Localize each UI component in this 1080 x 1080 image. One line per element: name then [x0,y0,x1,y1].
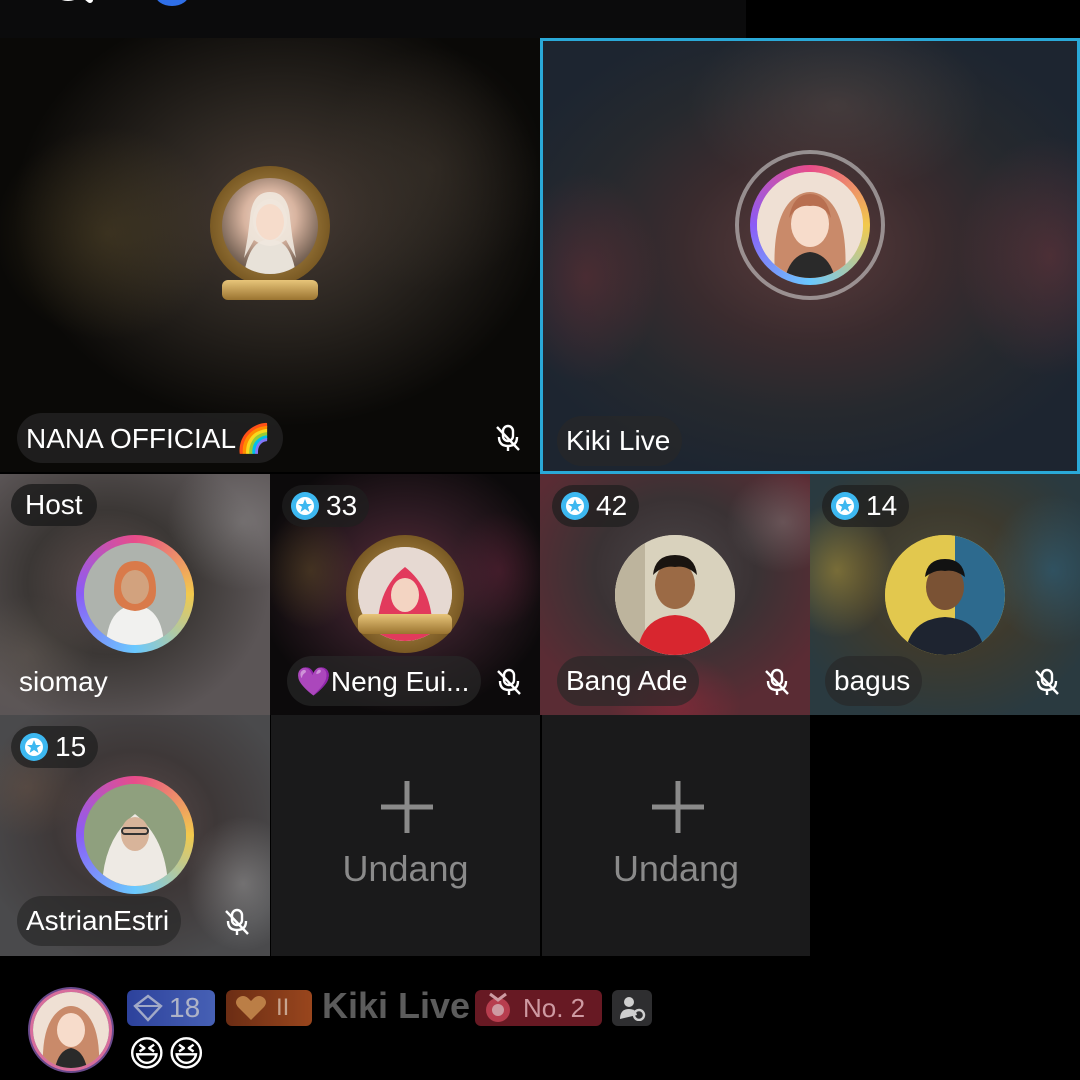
top-bar [0,0,746,38]
profile-badge[interactable] [612,990,652,1026]
star-badge-icon [291,492,319,520]
participant-name: Kiki Live [557,416,683,466]
gold-frame-banner [222,280,318,300]
plus-icon [652,781,704,833]
star-badge-icon [561,492,589,520]
fan-club-badge: II [226,990,312,1026]
invite-slot[interactable]: Undang [271,715,540,956]
guest-tile-bagus[interactable]: 14 bagus [810,474,1080,715]
mic-off-icon [765,668,789,695]
chat-username[interactable]: Kiki Live [322,985,470,1027]
avatar[interactable] [615,535,735,655]
avatar[interactable] [885,535,1005,655]
mic-off-icon [1035,668,1059,695]
participant-name: siomay [19,666,108,697]
invite-slot[interactable]: Undang [542,715,810,956]
profile-icon [620,997,646,1021]
user-level-badge: 18 [127,990,215,1026]
avatar[interactable] [84,543,186,645]
avatar[interactable] [222,178,318,274]
gold-frame-banner [358,614,452,634]
participant-name: 💜Neng Eui... [287,656,482,706]
mic-off-icon [225,908,249,935]
star-badge-icon [20,733,48,761]
chat-message-text: 😆😆 [128,1033,208,1074]
heart-icon [236,996,266,1020]
mic-off-icon [496,424,520,451]
plus-icon [381,781,433,833]
avatar[interactable] [84,784,186,886]
participant-name: AstrianEstri [17,896,182,946]
avatar[interactable] [757,172,863,278]
fan-level-badge: 15 [11,726,99,768]
mic-off-icon [497,668,521,695]
guest-tile-astrianestri[interactable]: 15 AstrianEstri [0,715,270,956]
fan-level-badge: 42 [552,485,640,527]
diamond-icon [133,994,163,1022]
participant-name: Bang Ade [557,656,700,706]
invite-label: Undang [342,848,469,889]
chat-avatar[interactable] [33,992,109,1068]
invite-label: Undang [612,848,740,889]
participant-name: NANA OFFICIAL🌈 [17,413,283,463]
star-badge-icon [831,492,859,520]
pause-icon[interactable] [648,0,704,8]
rank-badge: No. 2 [475,990,602,1026]
fan-level-badge: 14 [822,485,910,527]
guest-tile-neng-eui[interactable]: 33 💜Neng Eui... [270,474,540,715]
medal-icon [486,992,510,1022]
host-tile-nana[interactable]: NANA OFFICIAL🌈 [0,38,540,472]
notification-dot [155,0,189,6]
fan-level-badge: 33 [282,485,370,527]
host-tile-kiki[interactable]: Kiki Live [540,38,1080,474]
host-badge: Host [11,484,97,526]
participant-name: bagus [825,656,923,706]
guest-tile-bang-ade[interactable]: 42 Bang Ade [540,474,810,715]
search-icon[interactable] [44,0,94,18]
